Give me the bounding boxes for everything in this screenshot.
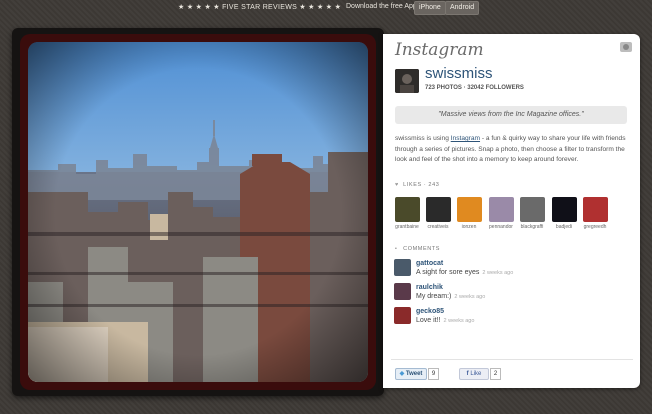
comments-header: ▪ COMMENTS: [395, 246, 440, 252]
liker-avatar: [519, 197, 545, 222]
liker-avatar: [488, 197, 514, 222]
like-item[interactable]: pennandor: [487, 197, 515, 230]
comment-text: A sight for sore eyes 2 weeks ago: [416, 269, 513, 276]
commenter-avatar[interactable]: [394, 283, 411, 300]
description: swissmiss is using Instagram - a fun & q…: [395, 134, 631, 166]
comment-bubble-icon: ▪: [395, 246, 398, 252]
liker-avatar: [425, 197, 451, 222]
comment-user[interactable]: raulchik: [416, 284, 443, 291]
iphone-button[interactable]: iPhone: [414, 1, 446, 15]
comment-user[interactable]: gecko85: [416, 308, 444, 315]
comment-item: gattocat A sight for sore eyes 2 weeks ag…: [394, 259, 630, 281]
liker-avatar: [456, 197, 482, 222]
facebook-icon: f: [466, 371, 469, 377]
avatar-image: [395, 69, 419, 93]
comment-time: 2 weeks ago: [454, 294, 486, 300]
liker-name: ionzen: [461, 224, 477, 230]
likes-header-label: LIKES · 243: [403, 182, 440, 188]
android-button[interactable]: Android: [445, 1, 480, 15]
avatar[interactable]: [395, 69, 419, 93]
photo-info-panel: Instagram swissmiss 723 PHOTOS · 32042 F…: [383, 34, 640, 388]
like-item[interactable]: blackgraffi: [518, 197, 546, 230]
camera-icon[interactable]: [620, 42, 632, 52]
photo-border: [20, 34, 376, 390]
twitter-bird-icon: ◆: [399, 371, 405, 377]
comment-text: My dream:) 2 weeks ago: [416, 293, 485, 300]
commenter-avatar[interactable]: [394, 307, 411, 324]
divider: [391, 359, 633, 360]
liker-avatar: [582, 197, 608, 222]
description-prefix: swissmiss is using: [395, 135, 451, 142]
like-label: Like: [470, 371, 482, 377]
top-bar: ★ ★ ★ ★ ★ FIVE STAR REVIEWS ★ ★ ★ ★ ★ Do…: [0, 0, 652, 16]
like-item[interactable]: ionzen: [455, 197, 483, 230]
instagram-logo: Instagram: [395, 40, 484, 60]
liker-avatar: [551, 197, 577, 222]
five-star-reviews: ★ ★ ★ ★ ★ FIVE STAR REVIEWS ★ ★ ★ ★ ★: [178, 4, 342, 11]
comment-item: gecko85 Love it!! 2 weeks ago: [394, 307, 630, 329]
liker-name: grantbaine: [395, 224, 419, 230]
heart-icon: ♥: [395, 182, 399, 188]
liker-name: blackgraffi: [520, 224, 544, 230]
user-stats: 723 PHOTOS · 32042 FOLLOWERS: [425, 85, 524, 91]
facebook-like-button[interactable]: f Like: [459, 368, 489, 380]
like-item[interactable]: gregreedh: [581, 197, 609, 230]
commenter-avatar[interactable]: [394, 259, 411, 276]
comment-time: 2 weeks ago: [443, 318, 475, 324]
like-item[interactable]: creativeis: [424, 197, 452, 230]
comment-body: A sight for sore eyes: [416, 269, 480, 276]
liker-name: creativeis: [427, 224, 449, 230]
instagram-link[interactable]: Instagram: [451, 135, 480, 142]
likes-list: grantbaine creativeis ionzen pennandor b…: [393, 197, 637, 237]
comment-body: Love it!!: [416, 317, 441, 324]
city-skyline-image: [28, 42, 368, 382]
comment-body: My dream:): [416, 293, 452, 300]
comment-user[interactable]: gattocat: [416, 260, 443, 267]
liker-name: pennandor: [489, 224, 513, 230]
comment-text: Love it!! 2 weeks ago: [416, 317, 474, 324]
comments-header-label: COMMENTS: [403, 246, 441, 252]
tweet-count: 9: [428, 368, 439, 380]
tweet-button[interactable]: ◆ Tweet: [395, 368, 427, 380]
liker-name: gregreedh: [583, 224, 607, 230]
like-item[interactable]: grantbaine: [393, 197, 421, 230]
tweet-label: Tweet: [405, 371, 423, 377]
like-count: 2: [490, 368, 501, 380]
like-item[interactable]: badjedi: [550, 197, 578, 230]
liker-avatar: [394, 197, 420, 222]
photo-frame: [12, 28, 384, 396]
username[interactable]: swissmiss: [425, 65, 493, 82]
photo-caption: "Massive views from the Inc Magazine off…: [395, 106, 627, 124]
comment-time: 2 weeks ago: [482, 270, 514, 276]
likes-header: ♥ LIKES · 243: [395, 182, 439, 188]
download-app-text: Download the free App: [346, 3, 417, 10]
comment-item: raulchik My dream:) 2 weeks ago: [394, 283, 630, 305]
liker-name: badjedi: [555, 224, 573, 230]
city-skyline-photo[interactable]: [28, 42, 368, 382]
